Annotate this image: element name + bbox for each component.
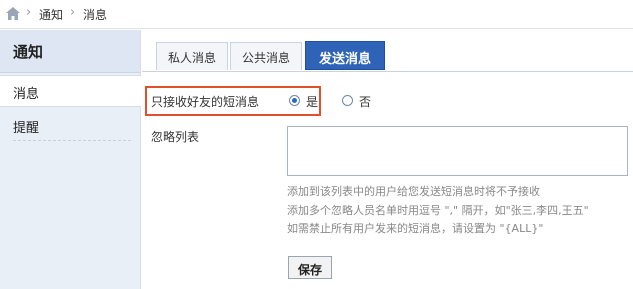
tab-private-messages[interactable]: 私人消息 [156,42,228,70]
sidebar-item-reminders[interactable]: 提醒 [0,110,140,140]
friends-only-label: 只接收好友的短消息 [151,95,260,109]
tab-bar: 私人消息 公共消息 发送消息 [142,30,633,72]
breadcrumb-item-messages: 消息 [83,8,108,22]
tab-label: 发送消息 [318,52,371,67]
sidebar: 通知 消息 提醒 [0,30,141,289]
tab-public-messages[interactable]: 公共消息 [230,42,302,70]
tab-label: 私人消息 [167,51,216,65]
breadcrumb-separator: › [26,5,32,20]
radio-yes[interactable] [289,95,300,106]
sidebar-item-label: 提醒 [13,121,40,136]
sidebar-title-text: 通知 [13,43,44,61]
radio-no[interactable] [342,95,353,106]
ignore-list-hint-1: 添加到该列表中的用户给您发送短消息时将不予接收 [287,185,540,198]
sidebar-item-label: 消息 [13,87,40,102]
sidebar-title: 通知 [0,30,140,73]
ignore-list-label: 忽略列表 [151,130,200,144]
radio-no-label[interactable]: 否 [359,93,371,110]
home-icon[interactable] [6,7,20,20]
ignore-list-textarea[interactable] [287,126,628,176]
tab-send-message[interactable]: 发送消息 [305,41,385,70]
breadcrumb: › 通知 › 消息 [0,0,633,29]
ignore-list-hint-3: 如需禁止所有用户发来的短消息，请设置为 "{ALL}" [287,222,544,235]
radio-yes-label[interactable]: 是 [306,93,318,110]
sidebar-item-messages[interactable]: 消息 [0,75,141,107]
save-button-label: 保存 [297,263,322,277]
save-button[interactable]: 保存 [288,256,332,279]
sidebar-divider [13,140,131,141]
breadcrumb-separator: › [70,5,76,20]
ignore-list-hint-2: 添加多个忽略人员名单时用逗号 "," 隔开，如"张三,李四,王五" [287,204,589,217]
tab-label: 公共消息 [241,51,290,65]
breadcrumb-item-notice[interactable]: 通知 [39,6,63,23]
